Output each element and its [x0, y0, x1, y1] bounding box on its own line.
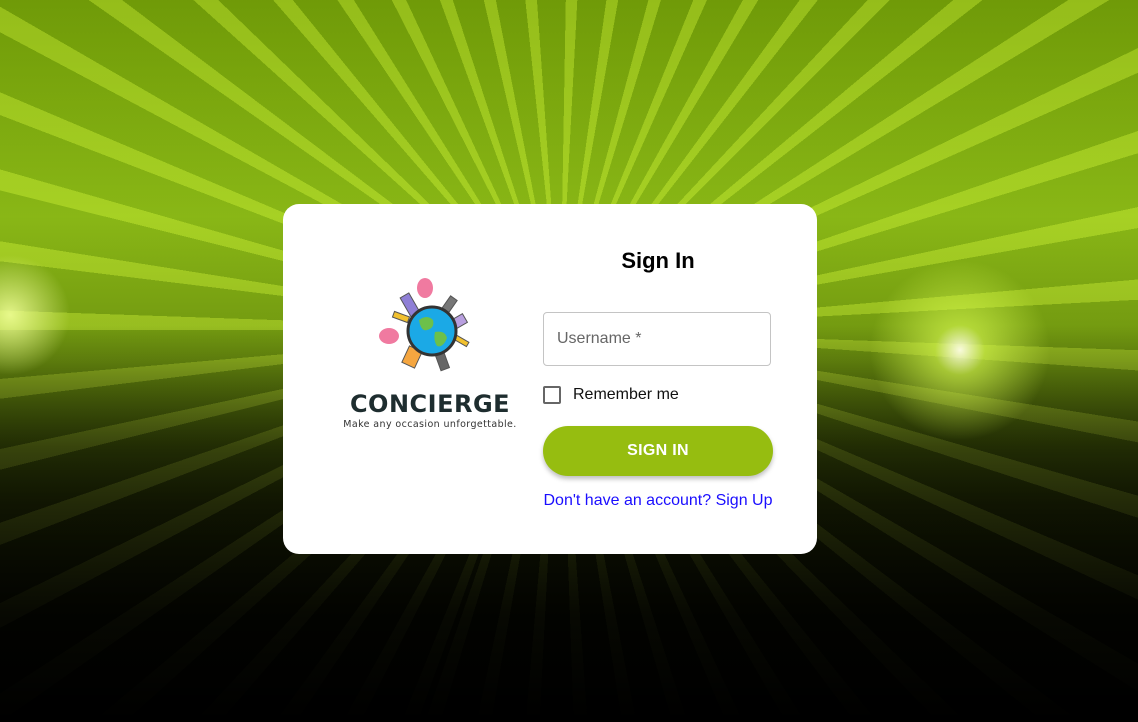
globe-landmarks-icon — [375, 276, 485, 386]
sign-in-button[interactable]: SIGN IN — [543, 426, 773, 476]
username-input[interactable]: Username * — [543, 312, 771, 366]
sign-in-card: CONCIERGE Make any occasion unforgettabl… — [283, 204, 817, 554]
remember-me-checkbox[interactable]: Remember me — [543, 386, 679, 404]
brand-tagline: Make any occasion unforgettable. — [343, 419, 517, 430]
brand-logo: CONCIERGE Make any occasion unforgettabl… — [335, 276, 525, 430]
sign-up-link[interactable]: Don't have an account? Sign Up — [543, 492, 773, 510]
brand-name: CONCIERGE — [349, 390, 511, 418]
checkbox-icon[interactable] — [543, 386, 561, 404]
remember-me-label: Remember me — [573, 386, 679, 403]
page-title: Sign In — [621, 248, 695, 273]
